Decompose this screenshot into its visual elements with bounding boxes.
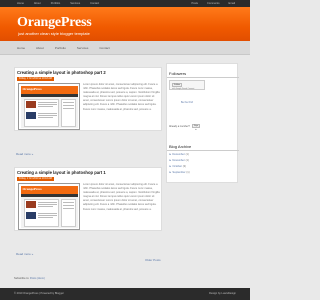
post-thumbnail[interactable]: OrangePress — [18, 83, 80, 130]
top-link-portfolio[interactable]: Portfolio — [51, 2, 61, 5]
archive-count: (3) — [182, 165, 187, 168]
archive-label: November — [172, 159, 185, 162]
feed-link-comments[interactable]: Comments — [206, 2, 221, 5]
post-card: Creating a simple layout in photoshop pa… — [14, 167, 162, 231]
thumbnail-logo: OrangePress — [22, 186, 42, 191]
post-date: Friday, 1 Oct 2010 at 10:16 AM — [17, 176, 54, 181]
read-more-link[interactable]: Read more » — [16, 152, 33, 156]
nav-item-about[interactable]: About — [36, 46, 44, 50]
main-nav: Home About Portfolio Services Contact — [0, 41, 250, 55]
followers-title: Followers — [169, 71, 187, 76]
archive-count: (1) — [186, 171, 190, 174]
sign-in-button[interactable]: Sign in — [192, 124, 200, 131]
top-link-about[interactable]: About — [34, 2, 41, 5]
post-date: Friday, 1 Oct 2010 at 10:18 AM — [17, 76, 54, 81]
site-tagline: just another clean style blogger templat… — [18, 31, 90, 36]
post-card: Creating a simple layout in photoshop pa… — [14, 67, 162, 131]
thumbnail-logo: OrangePress — [22, 86, 42, 91]
subscribe-label: Subscribe to: — [14, 277, 30, 280]
post-title[interactable]: Creating a simple layout in photoshop pa… — [17, 170, 106, 175]
site-footer: © 2010 OrangePress | Powered by Blogger … — [0, 288, 250, 300]
archive-count: (1) — [185, 153, 189, 156]
archive-count: (1) — [185, 159, 189, 162]
top-left-links: Home About Portfolio Services Contact — [17, 2, 99, 5]
nav-item-portfolio[interactable]: Portfolio — [55, 46, 66, 50]
top-link-services[interactable]: Services — [70, 2, 80, 5]
site-header: OrangePress just another clean style blo… — [0, 7, 250, 41]
nav-item-contact[interactable]: Contact — [99, 46, 109, 50]
feed-link-email[interactable]: Email — [228, 2, 237, 5]
follow-widget: Follow with Google Friend Connect — [169, 80, 205, 90]
archive-item[interactable]: ► October (3) — [169, 165, 186, 168]
archive-label: October — [172, 165, 182, 168]
top-link-contact[interactable]: Contact — [90, 2, 99, 5]
main-content: Creating a simple layout in photoshop pa… — [14, 63, 162, 283]
archive-item[interactable]: ► November (1) — [169, 159, 189, 162]
archive-item[interactable]: ► September (1) — [169, 171, 190, 174]
archive-label: September — [172, 171, 186, 174]
read-more-link[interactable]: Read more » — [16, 252, 33, 256]
subscribe-line: Subscribe to: Posts (Atom) — [14, 277, 45, 280]
top-right-links: Posts Comments Email — [190, 2, 236, 5]
archive-item[interactable]: ► December (1) — [169, 153, 189, 156]
be-first-link[interactable]: Be the first! — [181, 101, 193, 104]
footer-credit[interactable]: Design by LuarsDesign — [209, 292, 236, 295]
atom-feed-link[interactable]: Posts (Atom) — [30, 277, 45, 280]
feed-link-posts[interactable]: Posts — [190, 2, 199, 5]
archive-label: December — [172, 153, 185, 156]
top-bar: Home About Portfolio Services Contact Po… — [0, 0, 250, 7]
footer-copyright: © 2010 OrangePress | Powered by Blogger — [14, 292, 64, 295]
site-logo[interactable]: OrangePress — [17, 15, 92, 31]
sidebar: Followers Follow with Google Friend Conn… — [166, 63, 239, 183]
post-excerpt: Lorem ipsum dolor sit amet, consectetuer… — [83, 83, 160, 111]
divider — [167, 150, 239, 151]
top-link-home[interactable]: Home — [17, 2, 24, 5]
post-excerpt: Lorem ipsum dolor sit amet, consectetuer… — [83, 183, 160, 211]
post-thumbnail[interactable]: OrangePress — [18, 183, 80, 230]
divider — [167, 77, 239, 78]
follow-subtext: with Google Friend Connect — [172, 88, 195, 90]
nav-item-services[interactable]: Services — [77, 46, 89, 50]
older-posts-link[interactable]: Older Posts — [145, 258, 161, 262]
already-member-text: Already a member? — [169, 125, 190, 128]
post-title[interactable]: Creating a simple layout in photoshop pa… — [17, 70, 106, 75]
archive-title: Blog Archive — [169, 144, 192, 149]
nav-item-home[interactable]: Home — [17, 46, 25, 50]
follow-button[interactable]: Follow — [172, 83, 182, 87]
